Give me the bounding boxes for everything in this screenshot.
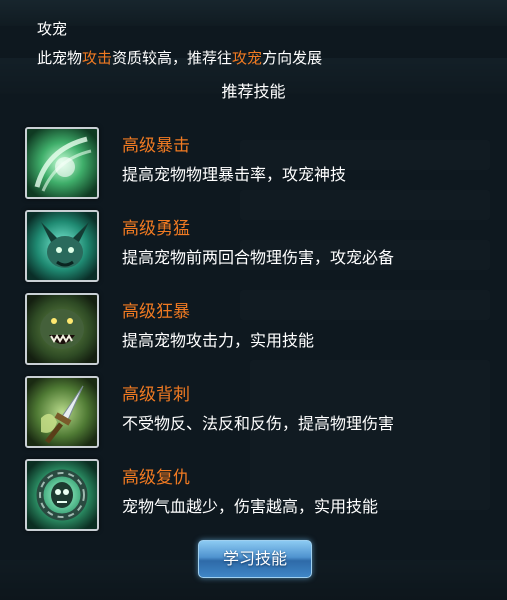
skill-item[interactable]: 高级背刺 不受物反、法反和反伤，提高物理伤害 [25,376,495,448]
skill-item[interactable]: 高级复仇 宠物气血越少，伤害越高，实用技能 [25,459,495,531]
learn-skill-button[interactable]: 学习技能 [198,540,312,578]
skill-description: 不受物反、法反和反伤，提高物理伤害 [122,414,395,433]
description-highlight: 攻击 [82,49,113,67]
panel-title: 攻宠 [37,20,68,38]
skill-name: 高级背刺 [122,385,190,405]
description-highlight: 攻宠 [232,49,263,67]
skill-item[interactable]: 高级勇猛 提高宠物前两回合物理伤害，攻宠必备 [25,210,495,282]
vengeful-spirit-icon [25,459,99,531]
skill-item[interactable]: 高级狂暴 提高宠物攻击力，实用技能 [25,293,495,365]
pet-description: 此宠物攻击资质较高，推荐往攻宠方向发展 [37,47,322,68]
pet-skill-recommendation-panel: 攻宠 此宠物攻击资质较高，推荐往攻宠方向发展 推荐技能 高级暴击 提高宠物物理暴… [0,0,507,600]
skill-description: 提高宠物攻击力，实用技能 [122,331,315,350]
skill-item[interactable]: 高级暴击 提高宠物物理暴击率，攻宠神技 [25,127,495,199]
roaring-beast-icon [25,293,99,365]
horned-beast-icon [25,210,99,282]
description-text: 资质较高，推荐往 [112,49,233,67]
dagger-icon [25,376,99,448]
skill-name: 高级复仇 [122,468,190,488]
description-text: 方向发展 [262,49,323,67]
skill-name: 高级勇猛 [122,219,190,239]
skill-description: 提高宠物前两回合物理伤害，攻宠必备 [122,248,395,267]
claw-slash-icon [25,127,99,199]
skill-description: 提高宠物物理暴击率，攻宠神技 [122,165,347,184]
description-text: 此宠物 [37,49,83,67]
skill-name: 高级暴击 [122,136,190,156]
recommended-skills-heading: 推荐技能 [221,82,286,101]
skill-name: 高级狂暴 [122,302,190,322]
skill-description: 宠物气血越少，伤害越高，实用技能 [122,497,379,516]
